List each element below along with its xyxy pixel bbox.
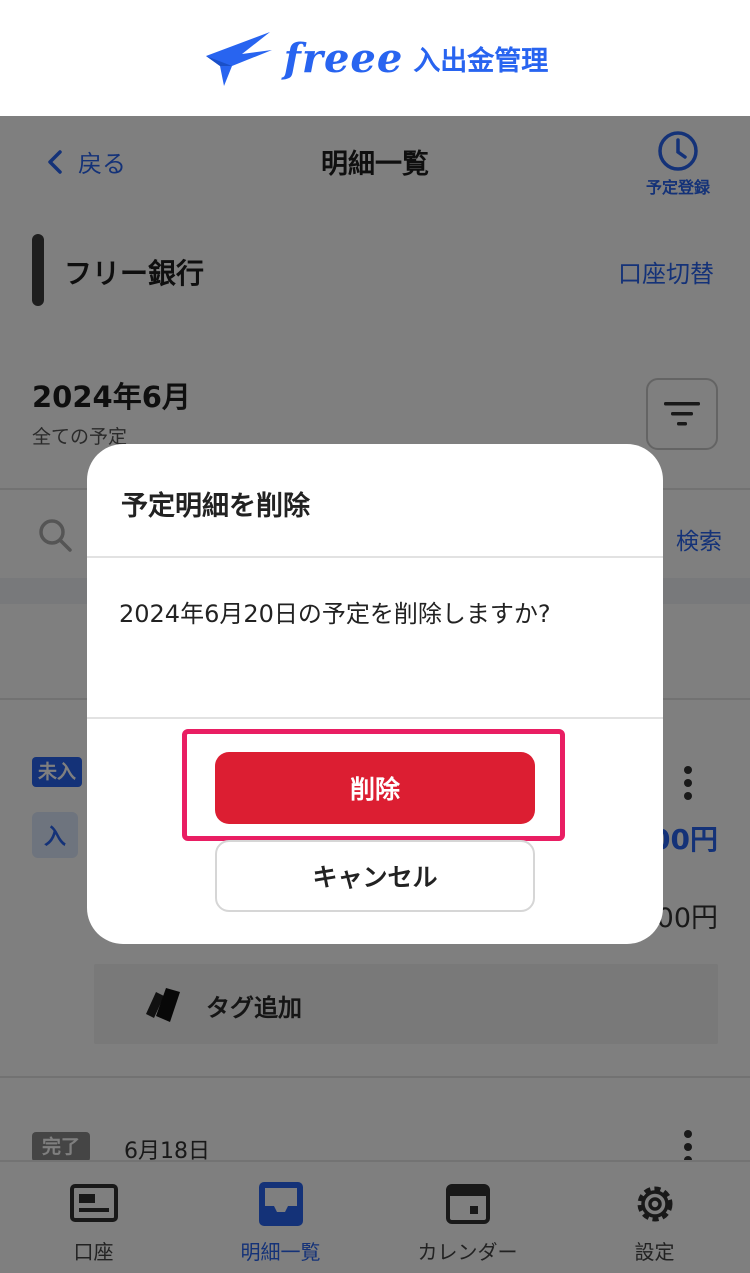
product-name: 入出金管理 [413, 45, 549, 77]
delete-confirm-dialog: 予定明細を削除 2024年6月20日の予定を削除しますか? 削除 キャンセル [87, 444, 663, 944]
freee-bird-icon [205, 32, 272, 86]
freee-logo: freee 入出金管理 [202, 26, 549, 90]
dialog-title: 予定明細を削除 [121, 491, 310, 522]
dialog-message: 2024年6月20日の予定を削除しますか? [119, 600, 551, 628]
app-header: freee 入出金管理 [0, 0, 750, 116]
delete-button[interactable]: 削除 [215, 752, 535, 824]
dialog-divider [87, 717, 663, 719]
dialog-divider [87, 556, 663, 558]
logo-text: freee [283, 34, 404, 82]
cancel-button[interactable]: キャンセル [215, 840, 535, 912]
